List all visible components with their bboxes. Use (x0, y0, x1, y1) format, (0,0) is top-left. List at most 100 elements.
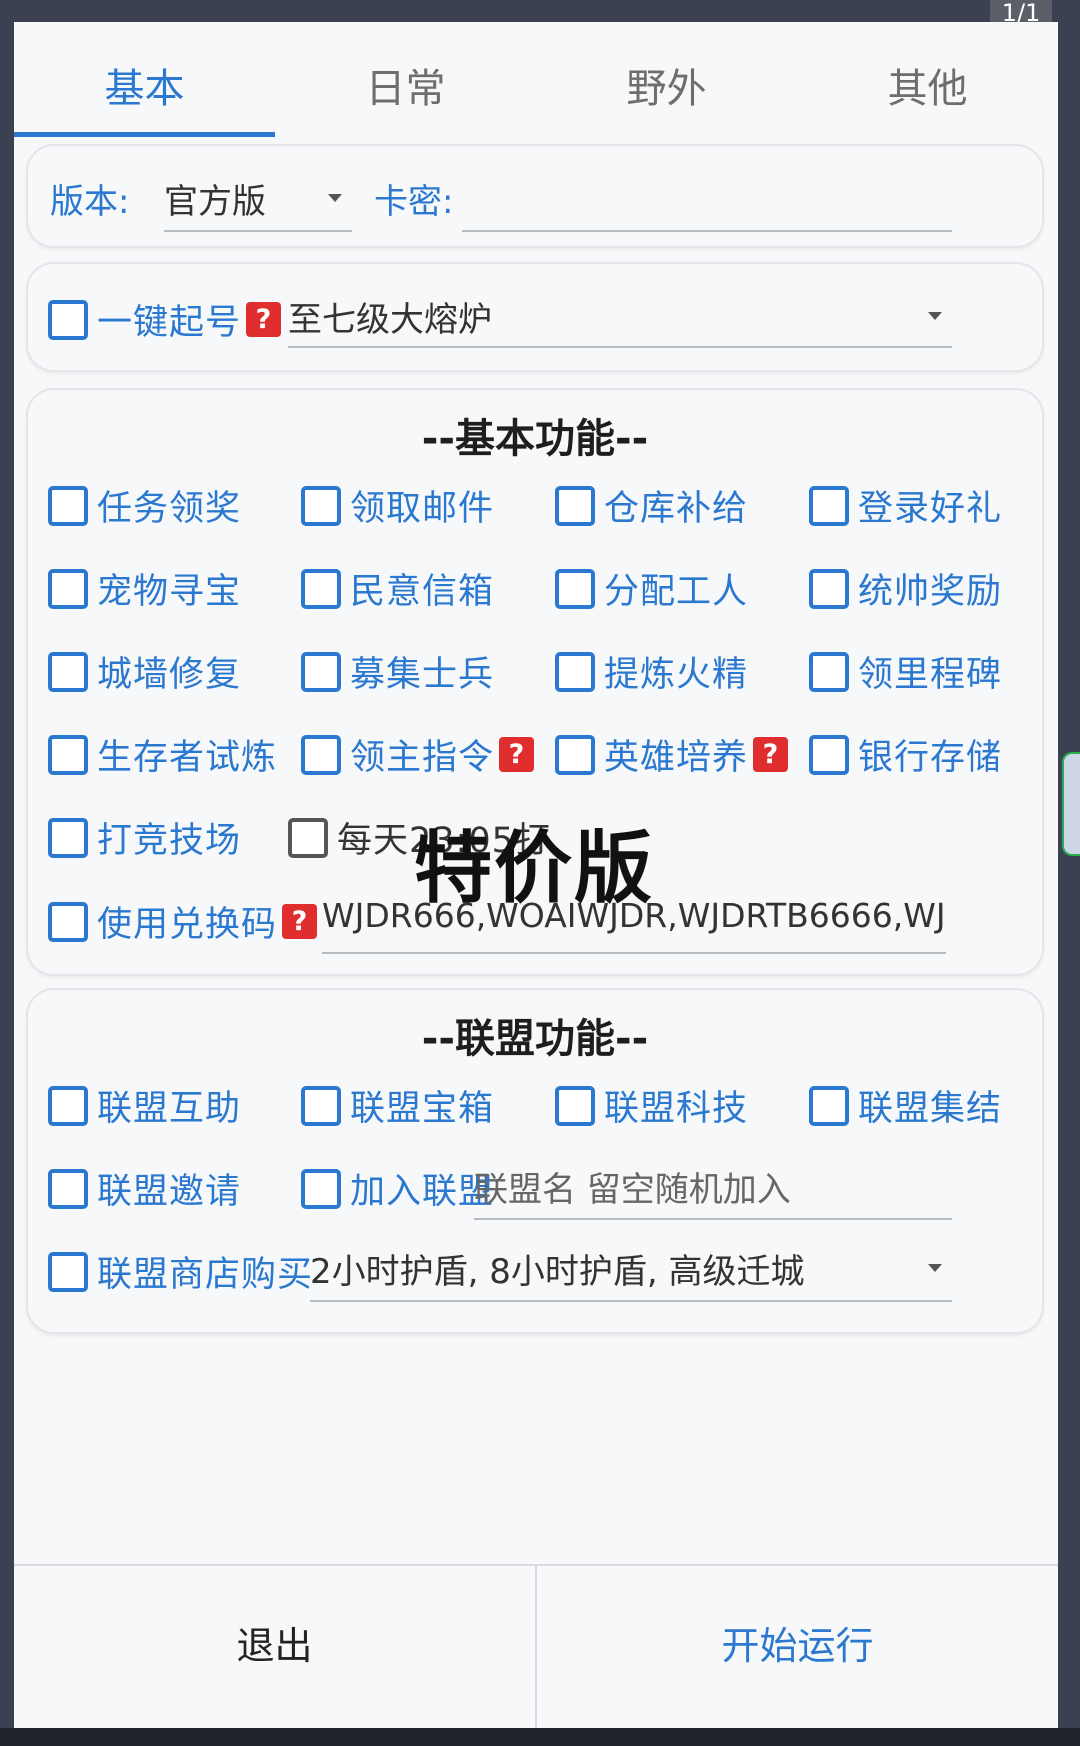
checkbox[interactable] (555, 485, 595, 526)
checkbox[interactable] (809, 485, 849, 526)
option-milestone[interactable]: 领里程碑 (809, 646, 1002, 697)
checkbox[interactable] (301, 651, 341, 692)
option-redeem-code[interactable]: 使用兑换码? (48, 896, 318, 947)
tab-bar: 基本 日常 野外 其他 (14, 22, 1058, 137)
option-alliance-chest[interactable]: 联盟宝箱 (301, 1080, 494, 1131)
settings-dialog: 基本 日常 野外 其他 版本: 官方版 卡密: 一键起号 ? 至七级大熔炉 --… (14, 22, 1058, 1732)
option-label: 英雄培养 (604, 738, 749, 778)
option-label: 城墙修复 (97, 655, 242, 695)
help-icon[interactable]: ? (499, 737, 535, 772)
option-join-alliance[interactable]: 加入联盟 (301, 1163, 494, 1214)
checkbox[interactable] (809, 734, 849, 775)
checkbox[interactable] (48, 901, 88, 942)
start-button[interactable]: 开始运行 (537, 1566, 1058, 1732)
chevron-down-icon (928, 312, 942, 320)
help-icon[interactable]: ? (246, 302, 282, 337)
checkbox[interactable] (48, 651, 88, 692)
checkbox[interactable] (809, 1085, 849, 1126)
checkbox[interactable] (555, 734, 595, 775)
checkbox[interactable] (48, 1085, 88, 1126)
option-label: 联盟商店购买 (97, 1255, 314, 1295)
help-icon[interactable]: ? (282, 904, 318, 939)
alliance-shop-value: 2小时护盾, 8小时护盾, 高级迁城 (310, 1252, 805, 1292)
exit-button[interactable]: 退出 (14, 1566, 537, 1732)
one-click-card: 一键起号 ? 至七级大熔炉 (26, 262, 1044, 372)
option-label: 加入联盟 (350, 1172, 495, 1212)
option-alliance-shop[interactable]: 联盟商店购买 (48, 1246, 313, 1297)
option-commander-reward[interactable]: 统帅奖励 (809, 563, 1002, 614)
checkbox[interactable] (48, 817, 88, 858)
checkbox[interactable] (48, 1168, 88, 1209)
option-assign-workers[interactable]: 分配工人 (555, 563, 748, 614)
tab-other[interactable]: 其他 (797, 22, 1058, 137)
checkbox[interactable] (555, 568, 595, 609)
option-collect-mail[interactable]: 领取邮件 (301, 480, 494, 531)
side-thumbnail[interactable] (1062, 752, 1080, 856)
option-alliance-invite[interactable]: 联盟邀请 (48, 1163, 241, 1214)
version-value: 官方版 (164, 182, 266, 222)
checkbox[interactable] (301, 485, 341, 526)
option-alliance-tech[interactable]: 联盟科技 (555, 1080, 748, 1131)
option-label: 分配工人 (604, 572, 749, 612)
tab-daily[interactable]: 日常 (275, 22, 536, 137)
option-refine-fire-essence[interactable]: 提炼火精 (555, 646, 748, 697)
option-label: 生存者试炼 (97, 738, 278, 778)
checkbox[interactable] (301, 568, 341, 609)
option-survivor-trial[interactable]: 生存者试炼 (48, 729, 277, 780)
option-label: 任务领奖 (97, 489, 242, 529)
option-label: 宠物寻宝 (97, 572, 242, 612)
watermark-text: 特价版 (414, 824, 655, 914)
help-icon[interactable]: ? (753, 737, 789, 772)
alliance-name-placeholder: 联盟名 留空随机加入 (474, 1170, 791, 1210)
checkbox[interactable] (301, 1085, 341, 1126)
option-recruit-soldiers[interactable]: 募集士兵 (301, 646, 494, 697)
checkbox[interactable] (48, 568, 88, 609)
option-bank-deposit[interactable]: 银行存储 (809, 729, 1002, 780)
checkbox[interactable] (809, 651, 849, 692)
option-label: 领里程碑 (858, 655, 1003, 695)
one-click-checkbox[interactable] (48, 299, 88, 340)
option-lord-order[interactable]: 领主指令? (301, 729, 535, 780)
option-label: 使用兑换码 (97, 905, 278, 945)
checkbox[interactable] (48, 1251, 88, 1292)
option-hero-training[interactable]: 英雄培养? (555, 729, 789, 780)
option-label: 募集士兵 (350, 655, 495, 695)
alliance-name-input[interactable]: 联盟名 留空随机加入 (474, 1148, 952, 1220)
option-arena[interactable]: 打竞技场 (48, 812, 241, 863)
checkbox[interactable] (301, 1168, 341, 1209)
checkbox[interactable] (301, 734, 341, 775)
one-click-select[interactable]: 至七级大熔炉 (288, 282, 952, 348)
option-label: 登录好礼 (858, 489, 1003, 529)
alliance-functions-card: --联盟功能-- 联盟互助 联盟宝箱 联盟科技 联盟集结 联盟邀请 加入联盟 联… (26, 988, 1044, 1334)
checkbox[interactable] (555, 1085, 595, 1126)
one-click-option[interactable]: 一键起号 ? (48, 294, 282, 345)
checkbox[interactable] (809, 568, 849, 609)
checkbox[interactable] (555, 651, 595, 692)
checkbox[interactable] (48, 734, 88, 775)
option-label: 领取邮件 (350, 489, 495, 529)
checkbox[interactable] (48, 485, 88, 526)
version-select[interactable]: 官方版 (164, 166, 352, 232)
key-input[interactable] (462, 166, 952, 232)
option-alliance-help[interactable]: 联盟互助 (48, 1080, 241, 1131)
tab-wild[interactable]: 野外 (536, 22, 797, 137)
option-pet-treasure[interactable]: 宠物寻宝 (48, 563, 241, 614)
key-label: 卡密: (374, 182, 454, 222)
alliance-section-title: --联盟功能-- (421, 1016, 649, 1062)
option-label: 联盟邀请 (97, 1172, 242, 1212)
checkbox[interactable] (288, 817, 328, 858)
one-click-select-value: 至七级大熔炉 (288, 300, 492, 340)
option-public-mailbox[interactable]: 民意信箱 (301, 563, 494, 614)
option-alliance-rally[interactable]: 联盟集结 (809, 1080, 1002, 1131)
option-wall-repair[interactable]: 城墙修复 (48, 646, 241, 697)
option-task-reward[interactable]: 任务领奖 (48, 480, 241, 531)
tab-basic[interactable]: 基本 (14, 22, 275, 137)
alliance-shop-select[interactable]: 2小时护盾, 8小时护盾, 高级迁城 (310, 1230, 952, 1302)
option-login-gift[interactable]: 登录好礼 (809, 480, 1002, 531)
option-warehouse-supply[interactable]: 仓库补给 (555, 480, 748, 531)
version-label: 版本: (50, 182, 130, 222)
version-card: 版本: 官方版 卡密: (26, 144, 1044, 248)
option-label: 联盟集结 (858, 1089, 1003, 1129)
basic-section-title: --基本功能-- (421, 416, 649, 462)
option-label: 提炼火精 (604, 655, 749, 695)
